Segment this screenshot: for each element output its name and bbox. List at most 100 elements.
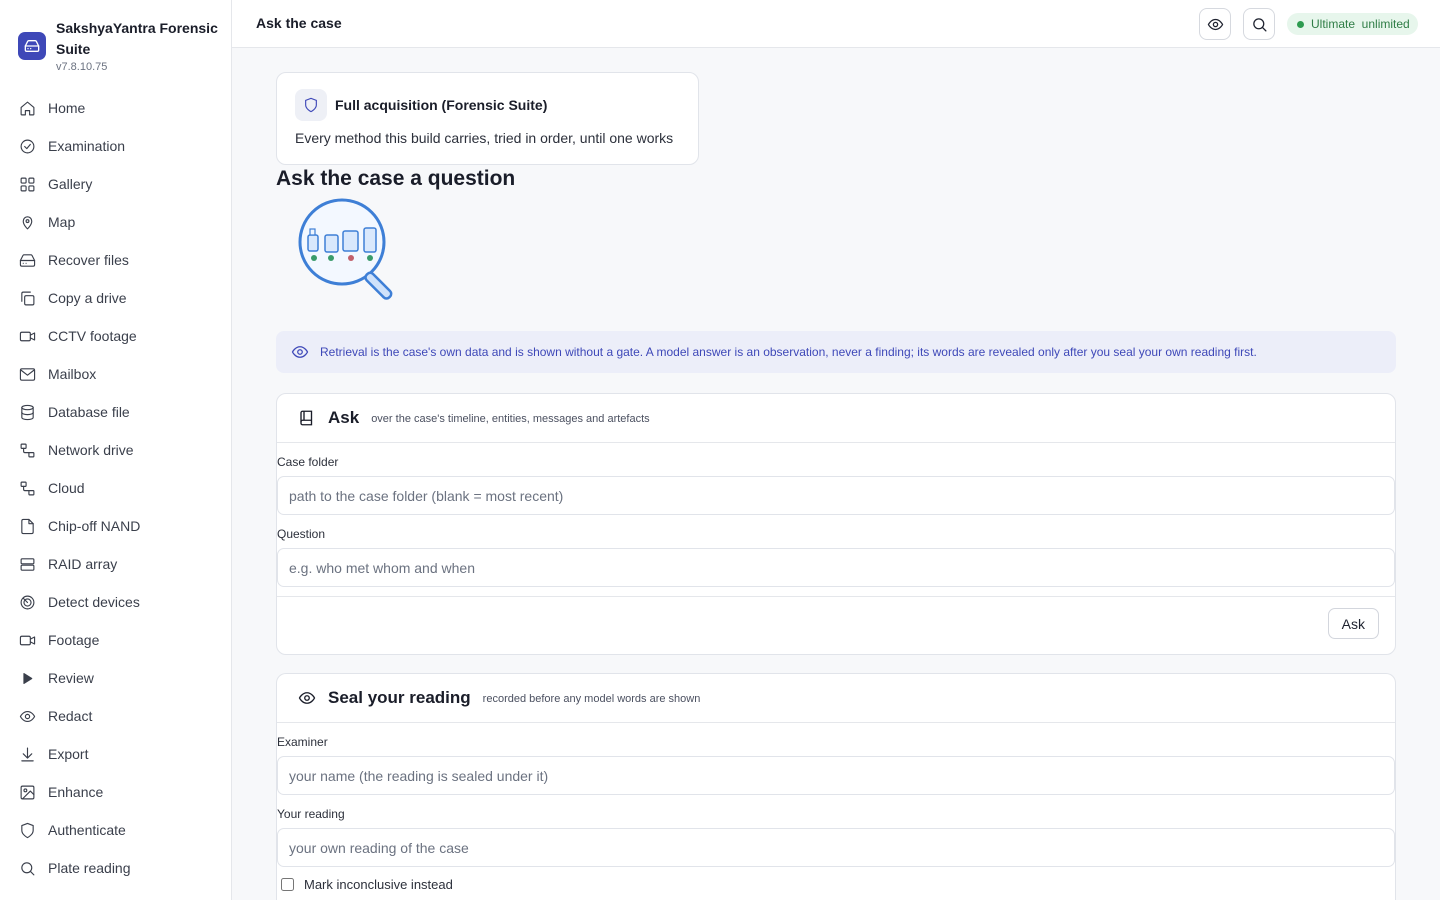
main-content: Full acquisition (Forensic Suite) Every … bbox=[232, 48, 1440, 900]
drive-logo-icon bbox=[18, 32, 46, 60]
sidebar-item-chip-off-nand[interactable]: Chip-off NAND bbox=[0, 507, 231, 545]
sidebar-item-label: Chip-off NAND bbox=[48, 518, 141, 534]
check-circle-icon bbox=[18, 137, 36, 155]
sidebar-item-home[interactable]: Home bbox=[0, 89, 231, 127]
sidebar-item-cctv-footage[interactable]: CCTV footage bbox=[0, 317, 231, 355]
sidebar-nav: Home Examination Gallery Map Recover fil… bbox=[0, 89, 231, 887]
sidebar-item-network-drive[interactable]: Network drive bbox=[0, 431, 231, 469]
case-folder-label: Case folder bbox=[277, 455, 339, 469]
ask-card-title: Ask bbox=[328, 408, 360, 427]
page-heading: Ask the case a question bbox=[276, 167, 516, 190]
sidebar-item-examination[interactable]: Examination bbox=[0, 127, 231, 165]
server-icon bbox=[18, 555, 36, 573]
sidebar-item-label: CCTV footage bbox=[48, 328, 137, 344]
sidebar-item-label: Enhance bbox=[48, 784, 104, 800]
brand-name: SakshyaYantra Forensic Suite bbox=[56, 20, 218, 57]
sidebar-item-label: Authenticate bbox=[48, 822, 126, 838]
mode-title: Full acquisition (Forensic Suite) bbox=[335, 97, 548, 113]
ask-card-header: Ask over the case's timeline, entities, … bbox=[277, 394, 1395, 443]
brand: SakshyaYantra Forensic Suite v7.8.10.75 bbox=[18, 18, 223, 73]
shield-icon bbox=[18, 821, 36, 839]
ask-card-footer: Ask bbox=[277, 596, 1395, 654]
video-icon bbox=[18, 631, 36, 649]
radar-icon bbox=[18, 593, 36, 611]
search-button[interactable] bbox=[1243, 8, 1275, 40]
sidebar-item-label: Gallery bbox=[48, 176, 93, 192]
sidebar-item-authenticate[interactable]: Authenticate bbox=[0, 811, 231, 849]
seal-card-header: Seal your reading recorded before any mo… bbox=[277, 674, 1395, 723]
search-icon bbox=[1251, 16, 1268, 33]
question-input[interactable] bbox=[277, 548, 1395, 587]
sidebar-item-cloud[interactable]: Cloud bbox=[0, 469, 231, 507]
examiner-label: Examiner bbox=[277, 735, 328, 749]
sidebar-item-export[interactable]: Export bbox=[0, 735, 231, 773]
tier-label: Ultimate unlimited bbox=[1311, 17, 1410, 31]
sidebar-item-label: Plate reading bbox=[48, 860, 131, 876]
sidebar-item-label: Export bbox=[48, 746, 89, 762]
sidebar-item-copy-a-drive[interactable]: Copy a drive bbox=[0, 279, 231, 317]
retrieval-notice: Retrieval is the case's own data and is … bbox=[276, 331, 1396, 373]
sidebar-item-label: Footage bbox=[48, 632, 100, 648]
sidebar-item-label: Review bbox=[48, 670, 94, 686]
seal-reading-card: Seal your reading recorded before any mo… bbox=[276, 673, 1396, 900]
eye-icon bbox=[1207, 16, 1224, 33]
tier-badge: Ultimate unlimited bbox=[1287, 13, 1418, 35]
video-icon bbox=[18, 327, 36, 345]
play-icon bbox=[18, 669, 36, 687]
sidebar-item-label: Network drive bbox=[48, 442, 134, 458]
grid-icon bbox=[18, 175, 36, 193]
sidebar-item-label: Database file bbox=[48, 404, 130, 420]
notice-text: Retrieval is the case's own data and is … bbox=[320, 345, 1257, 359]
question-label: Question bbox=[277, 527, 326, 541]
sidebar-item-label: Redact bbox=[48, 708, 93, 724]
sidebar-item-review[interactable]: Review bbox=[0, 659, 231, 697]
seal-card-title: Seal your reading bbox=[328, 688, 471, 707]
sidebar-item-footage[interactable]: Footage bbox=[0, 621, 231, 659]
topbar: Ask the case Ultimate unlimited bbox=[232, 0, 1440, 48]
watch-button[interactable] bbox=[1199, 8, 1231, 40]
sidebar-item-database-file[interactable]: Database file bbox=[0, 393, 231, 431]
ask-card-subtitle: over the case's timeline, entities, mess… bbox=[371, 413, 650, 425]
sidebar-item-gallery[interactable]: Gallery bbox=[0, 165, 231, 203]
database-icon bbox=[18, 403, 36, 421]
sidebar-item-label: Map bbox=[48, 214, 76, 230]
sidebar-item-map[interactable]: Map bbox=[0, 203, 231, 241]
file-icon bbox=[18, 517, 36, 535]
ask-button[interactable]: Ask bbox=[1327, 608, 1379, 639]
sidebar-item-detect-devices[interactable]: Detect devices bbox=[0, 583, 231, 621]
inconclusive-checkbox[interactable] bbox=[281, 878, 294, 891]
sidebar-item-enhance[interactable]: Enhance bbox=[0, 773, 231, 811]
sidebar-item-redact[interactable]: Redact bbox=[0, 697, 231, 735]
inconclusive-label: Mark inconclusive instead bbox=[304, 877, 453, 892]
status-dot-icon bbox=[1297, 20, 1304, 28]
sidebar-item-recover-files[interactable]: Recover files bbox=[0, 241, 231, 279]
hard-drive-icon bbox=[18, 251, 36, 269]
magnifier-devices-illustration bbox=[298, 198, 406, 300]
examiner-input[interactable] bbox=[277, 756, 1395, 795]
case-folder-input[interactable] bbox=[277, 476, 1395, 515]
eye-icon bbox=[18, 707, 36, 725]
inconclusive-option[interactable]: Mark inconclusive instead bbox=[277, 877, 1395, 892]
page-title: Ask the case bbox=[256, 15, 342, 31]
sidebar-item-label: RAID array bbox=[48, 556, 118, 572]
download-icon bbox=[18, 745, 36, 763]
mail-icon bbox=[18, 365, 36, 383]
reading-input[interactable] bbox=[277, 828, 1395, 867]
sidebar-item-plate-reading[interactable]: Plate reading bbox=[0, 849, 231, 887]
book-icon bbox=[298, 409, 316, 427]
eye-icon bbox=[291, 343, 309, 361]
sidebar: SakshyaYantra Forensic Suite v7.8.10.75 … bbox=[0, 0, 232, 900]
sidebar-item-label: Examination bbox=[48, 138, 126, 154]
sidebar-item-label: Home bbox=[48, 100, 86, 116]
sidebar-item-label: Detect devices bbox=[48, 594, 140, 610]
brand-version: v7.8.10.75 bbox=[56, 61, 108, 73]
sidebar-item-mailbox[interactable]: Mailbox bbox=[0, 355, 231, 393]
cloud-network-icon bbox=[18, 479, 36, 497]
acquisition-mode-card: Full acquisition (Forensic Suite) Every … bbox=[276, 72, 699, 165]
eye-icon bbox=[298, 689, 316, 707]
ask-card: Ask over the case's timeline, entities, … bbox=[276, 393, 1396, 655]
sidebar-item-label: Copy a drive bbox=[48, 290, 127, 306]
shield-icon bbox=[295, 89, 327, 121]
sidebar-item-raid-array[interactable]: RAID array bbox=[0, 545, 231, 583]
reading-label: Your reading bbox=[277, 807, 345, 821]
